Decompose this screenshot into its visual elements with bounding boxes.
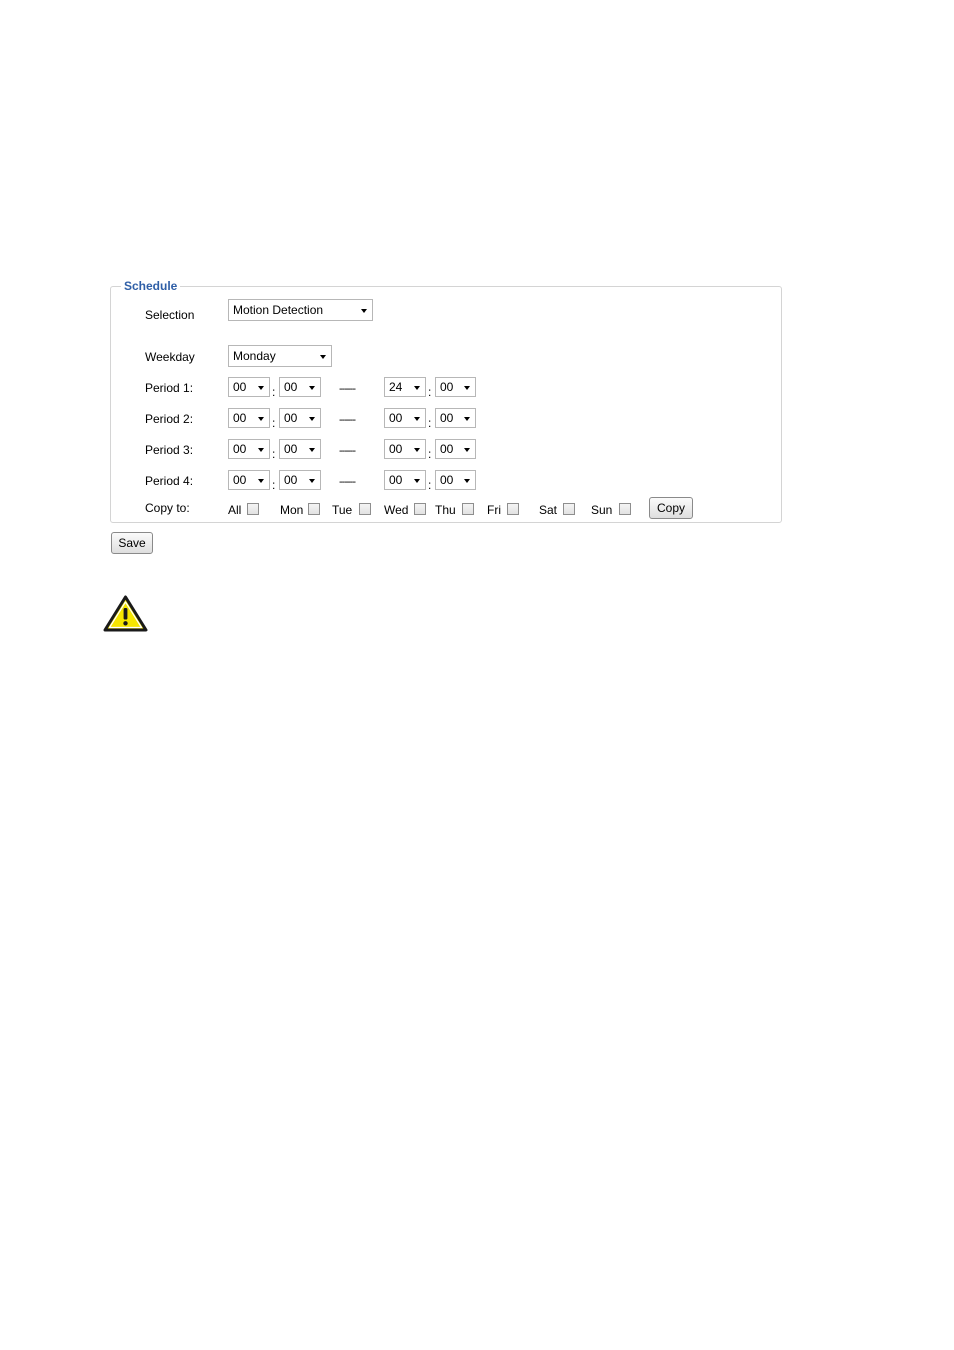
weekday-value: Monday bbox=[233, 349, 276, 363]
chevron-down-icon bbox=[464, 479, 470, 483]
chevron-down-icon bbox=[258, 448, 264, 452]
period-separator: ------ bbox=[339, 476, 356, 488]
day-label-all: All bbox=[228, 503, 242, 517]
selection-dropdown[interactable]: Motion Detection bbox=[228, 299, 373, 321]
period-2-start-hour[interactable]: 00 bbox=[228, 408, 270, 428]
checkbox-sat[interactable] bbox=[563, 503, 575, 515]
checkbox-thu[interactable] bbox=[462, 503, 474, 515]
chevron-down-icon bbox=[464, 448, 470, 452]
period-3-start-minute-value: 00 bbox=[284, 442, 298, 456]
time-colon: : bbox=[272, 478, 276, 492]
period-1-end-minute-value: 00 bbox=[440, 380, 454, 394]
period-2-start-minute[interactable]: 00 bbox=[279, 408, 321, 428]
period-4-end-hour[interactable]: 00 bbox=[384, 470, 426, 490]
time-colon: : bbox=[272, 385, 276, 399]
time-colon: : bbox=[428, 416, 432, 430]
period-3-end-hour[interactable]: 00 bbox=[384, 439, 426, 459]
chevron-down-icon bbox=[258, 417, 264, 421]
chevron-down-icon bbox=[414, 386, 420, 390]
period-separator: ------ bbox=[339, 445, 356, 457]
period-3-end-hour-value: 00 bbox=[389, 442, 403, 456]
time-colon: : bbox=[272, 447, 276, 461]
period-separator: ------ bbox=[339, 414, 356, 426]
checkbox-mon[interactable] bbox=[308, 503, 320, 515]
period-2-label: Period 2: bbox=[145, 412, 194, 426]
chevron-down-icon bbox=[320, 355, 326, 359]
period-2-start-minute-value: 00 bbox=[284, 411, 298, 425]
checkbox-fri[interactable] bbox=[507, 503, 519, 515]
period-3-end-minute[interactable]: 00 bbox=[435, 439, 476, 459]
day-label-fri: Fri bbox=[487, 503, 501, 517]
period-3-start-hour-value: 00 bbox=[233, 442, 247, 456]
schedule-legend: Schedule bbox=[121, 279, 181, 294]
chevron-down-icon bbox=[414, 448, 420, 452]
day-label-tue: Tue bbox=[332, 503, 353, 517]
period-1-start-hour[interactable]: 00 bbox=[228, 377, 270, 397]
day-label-thu: Thu bbox=[435, 503, 456, 517]
selection-label: Selection bbox=[145, 308, 195, 322]
weekday-label: Weekday bbox=[145, 350, 195, 364]
checkbox-wed[interactable] bbox=[414, 503, 426, 515]
period-3-end-minute-value: 00 bbox=[440, 442, 454, 456]
chevron-down-icon bbox=[414, 479, 420, 483]
period-4-end-hour-value: 00 bbox=[389, 473, 403, 487]
checkbox-all[interactable] bbox=[247, 503, 259, 515]
copy-to-label: Copy to: bbox=[145, 501, 190, 515]
period-1-end-hour[interactable]: 24 bbox=[384, 377, 426, 397]
day-label-sun: Sun bbox=[591, 503, 613, 517]
chevron-down-icon bbox=[258, 386, 264, 390]
period-4-end-minute[interactable]: 00 bbox=[435, 470, 476, 490]
period-3-start-minute[interactable]: 00 bbox=[279, 439, 321, 459]
period-3-label: Period 3: bbox=[145, 443, 194, 457]
chevron-down-icon bbox=[309, 417, 315, 421]
time-colon: : bbox=[428, 385, 432, 399]
chevron-down-icon bbox=[361, 309, 367, 313]
period-4-end-minute-value: 00 bbox=[440, 473, 454, 487]
chevron-down-icon bbox=[258, 479, 264, 483]
chevron-down-icon bbox=[414, 417, 420, 421]
selection-value: Motion Detection bbox=[233, 303, 324, 317]
period-4-start-hour[interactable]: 00 bbox=[228, 470, 270, 490]
period-2-end-minute[interactable]: 00 bbox=[435, 408, 476, 428]
period-1-start-minute-value: 00 bbox=[284, 380, 298, 394]
period-2-end-hour[interactable]: 00 bbox=[384, 408, 426, 428]
chevron-down-icon bbox=[309, 479, 315, 483]
time-colon: : bbox=[428, 478, 432, 492]
period-3-start-hour[interactable]: 00 bbox=[228, 439, 270, 459]
period-4-label: Period 4: bbox=[145, 474, 194, 488]
day-label-wed: Wed bbox=[384, 503, 409, 517]
period-2-end-hour-value: 00 bbox=[389, 411, 403, 425]
chevron-down-icon bbox=[309, 448, 315, 452]
chevron-down-icon bbox=[464, 417, 470, 421]
period-1-end-minute[interactable]: 00 bbox=[435, 377, 476, 397]
period-4-start-minute-value: 00 bbox=[284, 473, 298, 487]
period-4-start-hour-value: 00 bbox=[233, 473, 247, 487]
period-2-end-minute-value: 00 bbox=[440, 411, 454, 425]
period-1-label: Period 1: bbox=[145, 381, 194, 395]
time-colon: : bbox=[272, 416, 276, 430]
copy-button[interactable]: Copy bbox=[649, 497, 693, 519]
save-button[interactable]: Save bbox=[111, 532, 153, 554]
chevron-down-icon bbox=[309, 386, 315, 390]
weekday-dropdown[interactable]: Monday bbox=[228, 345, 332, 367]
period-separator: ------ bbox=[339, 383, 356, 395]
checkbox-tue[interactable] bbox=[359, 503, 371, 515]
time-colon: : bbox=[428, 447, 432, 461]
warning-triangle-icon bbox=[103, 595, 148, 632]
day-label-mon: Mon bbox=[280, 503, 304, 517]
checkbox-sun[interactable] bbox=[619, 503, 631, 515]
period-1-end-hour-value: 24 bbox=[389, 380, 403, 394]
day-label-sat: Sat bbox=[539, 503, 558, 517]
period-4-start-minute[interactable]: 00 bbox=[279, 470, 321, 490]
period-2-start-hour-value: 00 bbox=[233, 411, 247, 425]
chevron-down-icon bbox=[464, 386, 470, 390]
period-1-start-minute[interactable]: 00 bbox=[279, 377, 321, 397]
period-1-start-hour-value: 00 bbox=[233, 380, 247, 394]
